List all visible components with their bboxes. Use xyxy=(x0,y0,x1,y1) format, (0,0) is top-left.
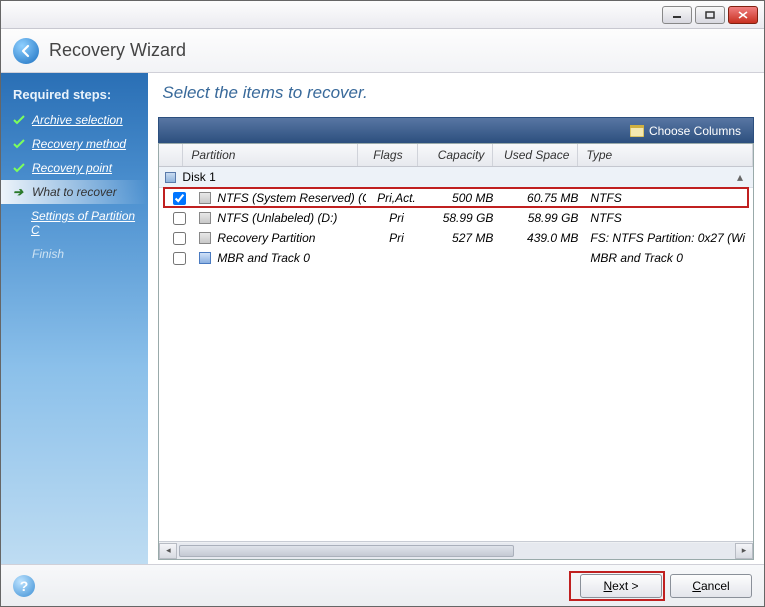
maximize-button[interactable] xyxy=(695,6,725,24)
partition-flags: Pri xyxy=(366,211,426,225)
partition-type: NTFS xyxy=(586,211,753,225)
partition-name: MBR and Track 0 xyxy=(217,251,309,265)
collapse-icon[interactable]: ▴ xyxy=(737,170,743,184)
content-pane: Select the items to recover. Choose Colu… xyxy=(148,73,764,564)
next-highlight xyxy=(569,571,665,601)
window-titlebar xyxy=(1,1,764,29)
grid-header: Partition Flags Capacity Used Space Type xyxy=(159,144,753,167)
scroll-track[interactable] xyxy=(177,543,735,559)
step-what-to-recover: ➔ What to recover xyxy=(1,180,148,204)
partition-capacity: 58.99 GB xyxy=(426,211,501,225)
step-link[interactable]: Settings of Partition C xyxy=(31,209,136,237)
check-icon xyxy=(13,114,27,126)
check-icon xyxy=(13,162,27,174)
step-recovery-method[interactable]: Recovery method xyxy=(1,132,148,156)
col-type[interactable]: Type xyxy=(578,144,753,166)
step-settings-partition-c[interactable]: Settings of Partition C xyxy=(1,204,148,242)
choose-columns-label: Choose Columns xyxy=(649,124,741,138)
step-finish: Finish xyxy=(1,242,148,266)
partition-row[interactable]: Recovery Partition Pri 527 MB 439.0 MB F… xyxy=(159,228,753,248)
columns-icon xyxy=(630,125,644,137)
partition-used: 58.99 GB xyxy=(501,211,586,225)
step-archive-selection[interactable]: Archive selection xyxy=(1,108,148,132)
step-link[interactable]: Recovery method xyxy=(32,137,126,151)
disk-label: Disk 1 xyxy=(182,170,215,184)
horizontal-scrollbar[interactable]: ◂ ▸ xyxy=(159,541,753,559)
wizard-footer: ? Next > Cancel xyxy=(1,564,764,606)
partition-name: Recovery Partition xyxy=(217,231,315,245)
disk-icon xyxy=(165,172,176,183)
close-button[interactable] xyxy=(728,6,758,24)
scroll-thumb[interactable] xyxy=(179,545,514,557)
back-button[interactable] xyxy=(13,38,39,64)
page-title: Select the items to recover. xyxy=(158,83,754,103)
wizard-title: Recovery Wizard xyxy=(49,40,186,61)
partition-used: 439.0 MB xyxy=(501,231,586,245)
scroll-left-button[interactable]: ◂ xyxy=(159,543,177,559)
step-recovery-point[interactable]: Recovery point xyxy=(1,156,148,180)
step-label: Finish xyxy=(13,247,64,261)
help-button[interactable]: ? xyxy=(13,575,35,597)
check-icon xyxy=(13,138,27,150)
col-partition[interactable]: Partition xyxy=(183,144,358,166)
col-flags[interactable]: Flags xyxy=(358,144,418,166)
choose-columns-button[interactable]: Choose Columns xyxy=(618,118,753,143)
disk-group-row[interactable]: Disk 1 ▴ xyxy=(159,167,753,188)
grid-toolbar: Choose Columns xyxy=(158,117,754,143)
mbr-icon xyxy=(199,252,211,264)
arrow-icon: ➔ xyxy=(13,185,27,199)
step-sidebar: Required steps: Archive selection Recove… xyxy=(1,73,148,564)
step-link[interactable]: Archive selection xyxy=(32,113,123,127)
partition-row[interactable]: NTFS (Unlabeled) (D:) Pri 58.99 GB 58.99… xyxy=(159,208,753,228)
scroll-right-button[interactable]: ▸ xyxy=(735,543,753,559)
partition-type: MBR and Track 0 xyxy=(586,251,753,265)
row-checkbox[interactable] xyxy=(173,212,186,225)
col-capacity[interactable]: Capacity xyxy=(418,144,493,166)
partition-flags: Pri xyxy=(366,231,426,245)
partition-name: NTFS (Unlabeled) (D:) xyxy=(217,211,337,225)
sidebar-title: Required steps: xyxy=(1,83,148,108)
col-used-space[interactable]: Used Space xyxy=(493,144,578,166)
cancel-button[interactable]: Cancel xyxy=(670,574,752,598)
partition-icon xyxy=(199,212,211,224)
partition-icon xyxy=(199,232,211,244)
partition-row[interactable]: MBR and Track 0 MBR and Track 0 xyxy=(159,248,753,268)
step-label: What to recover xyxy=(32,185,117,199)
partition-grid: Partition Flags Capacity Used Space Type… xyxy=(158,143,754,560)
minimize-button[interactable] xyxy=(662,6,692,24)
wizard-header: Recovery Wizard xyxy=(1,29,764,73)
col-checkbox[interactable] xyxy=(159,144,183,166)
row-checkbox[interactable] xyxy=(173,232,186,245)
step-link[interactable]: Recovery point xyxy=(32,161,112,175)
partition-capacity: 527 MB xyxy=(426,231,501,245)
row-checkbox[interactable] xyxy=(173,252,186,265)
partition-type: FS: NTFS Partition: 0x27 (Wi xyxy=(586,231,753,245)
selection-highlight xyxy=(163,187,749,208)
grid-body: Disk 1 ▴ NTFS (System Reserved) (C:) Pri… xyxy=(159,167,753,541)
